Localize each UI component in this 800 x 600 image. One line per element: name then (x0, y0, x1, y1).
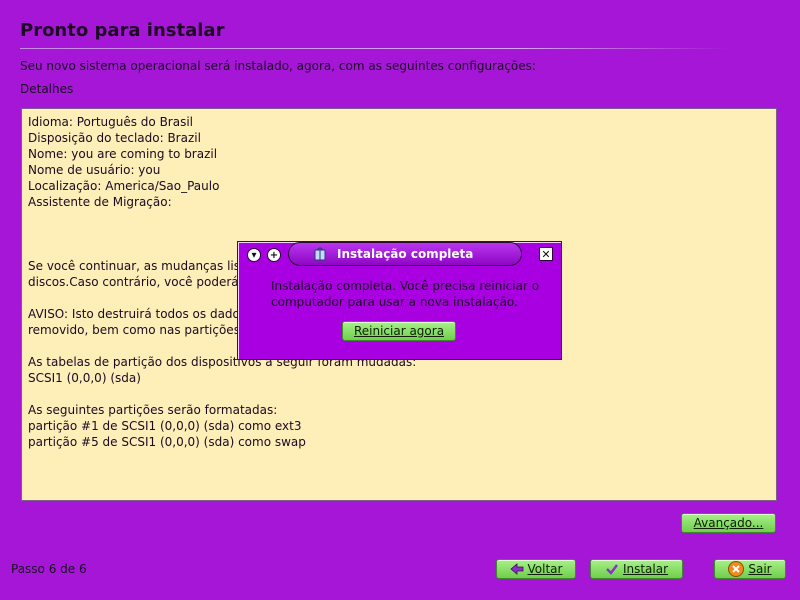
close-circle-icon (728, 561, 745, 577)
details-line (28, 386, 770, 402)
step-indicator: Passo 6 de 6 (11, 562, 87, 576)
dialog-message: Instalação completa. Você precisa reinic… (271, 279, 540, 309)
details-line: Assistente de Migração: (28, 195, 172, 209)
details-line: Localização: America/Sao_Paulo (28, 179, 220, 193)
checkmark-icon (605, 562, 619, 576)
quit-button[interactable]: Sair (714, 559, 786, 579)
restart-now-button[interactable]: Reiniciar agora (342, 321, 456, 341)
restart-now-label: Reiniciar agora (353, 324, 445, 338)
minimize-icon[interactable]: ▾ (247, 248, 261, 262)
details-line: partição #1 de SCSI1 (0,0,0) (sda) como … (28, 419, 302, 433)
details-line: Nome: you are coming to brazil (28, 147, 218, 161)
dialog-title-pill: Instalação completa (288, 242, 522, 266)
details-line: partição #5 de SCSI1 (0,0,0) (sda) como … (28, 435, 306, 449)
install-button-label: Instalar (622, 562, 669, 576)
details-line: Nome de usuário: you (28, 163, 161, 177)
dialog-titlebar[interactable]: ▾ + Instalação completa ✕ (238, 242, 561, 268)
installation-complete-dialog: ▾ + Instalação completa ✕ Instalação com… (237, 241, 562, 360)
advanced-button-label: Avançado... (693, 516, 764, 530)
details-line: SCSI1 (0,0,0) (sda) (28, 371, 141, 385)
dialog-title: Instalação completa (337, 247, 474, 261)
title-divider (20, 48, 730, 49)
details-label: Detalhes (20, 82, 74, 96)
quit-button-label: Sair (748, 562, 772, 576)
details-line: As seguintes partições serão formatadas: (28, 403, 278, 417)
back-button-label: Voltar (527, 562, 563, 576)
details-line (28, 210, 770, 226)
back-arrow-icon (509, 562, 524, 576)
install-button[interactable]: Instalar (590, 559, 683, 579)
maximize-icon[interactable]: + (267, 248, 281, 262)
back-button[interactable]: Voltar (496, 559, 576, 579)
details-line: Idioma: Português do Brasil (28, 115, 194, 129)
details-line: Disposição do teclado: Brazil (28, 131, 201, 145)
intro-text: Seu novo sistema operacional será instal… (20, 59, 536, 73)
details-line (28, 226, 770, 242)
advanced-button[interactable]: Avançado... (681, 513, 776, 533)
page-title: Pronto para instalar (20, 20, 225, 41)
package-icon (314, 247, 326, 261)
close-icon[interactable]: ✕ (539, 247, 553, 261)
